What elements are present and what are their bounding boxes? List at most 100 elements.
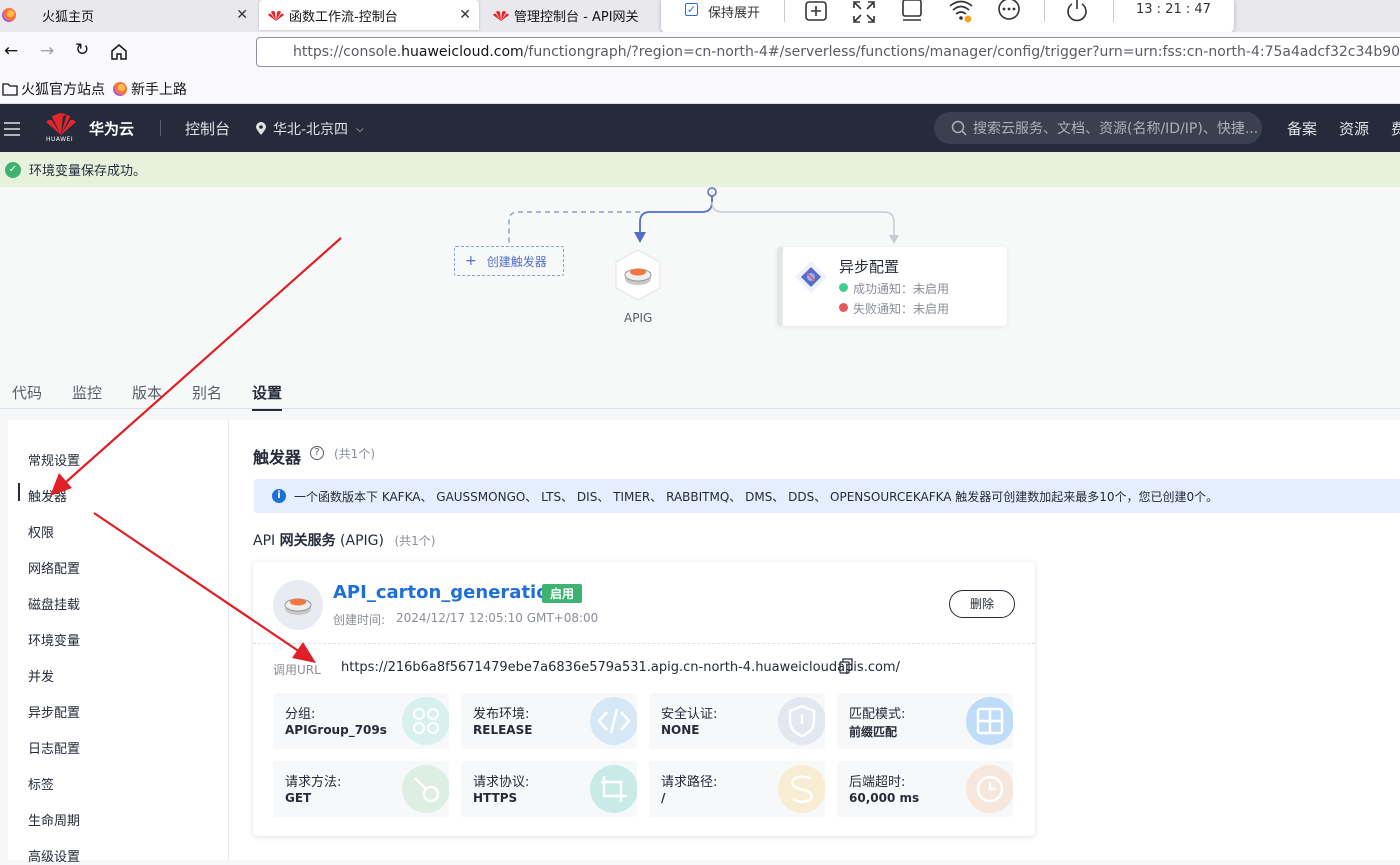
tile-label: 请求协议: bbox=[473, 775, 530, 790]
url-bar[interactable]: https://console.huaweicloud.com/function… bbox=[256, 37, 1400, 67]
bookmark-firefox-site[interactable]: 火狐官方站点 bbox=[2, 79, 105, 99]
tile-value: RELEASE bbox=[473, 723, 533, 737]
plus-icon: + bbox=[465, 253, 477, 269]
tile-match-mode: 匹配模式: 前缀匹配 bbox=[837, 693, 1013, 749]
url-prefix: https://console. bbox=[293, 44, 402, 60]
tile-label: 请求路径: bbox=[661, 775, 718, 790]
tab-aliases[interactable]: 别名 bbox=[192, 382, 222, 403]
region-selector[interactable]: 华北-北京四 ⌵ bbox=[255, 119, 364, 139]
more-icon[interactable] bbox=[996, 0, 1022, 24]
menu-async-config[interactable]: 异步配置 bbox=[28, 702, 80, 721]
bookmark-getting-started[interactable]: 新手上路 bbox=[113, 79, 187, 99]
back-button[interactable]: ← bbox=[4, 41, 18, 61]
tab-settings[interactable]: 设置 bbox=[252, 382, 283, 411]
tile-auth: 安全认证: NONE bbox=[649, 693, 825, 749]
bookmarks-bar: 火狐官方站点 新手上路 bbox=[0, 72, 1400, 104]
tab-versions[interactable]: 版本 bbox=[132, 382, 162, 403]
help-icon[interactable]: ? bbox=[310, 446, 324, 460]
tile-label: 安全认证: bbox=[661, 707, 718, 722]
huawei-logo-icon bbox=[46, 113, 76, 135]
info-text: 一个函数版本下 KAFKA、 GAUSSMONGO、 LTS、 DIS、 TIM… bbox=[294, 489, 1219, 504]
failure-status-dot bbox=[839, 303, 848, 312]
tile-value: 60,000 ms bbox=[849, 791, 920, 805]
tile-value: GET bbox=[285, 791, 312, 805]
tile-label: 请求方法: bbox=[285, 775, 342, 790]
success-status-dot bbox=[839, 283, 848, 292]
tile-label: 发布环境: bbox=[473, 707, 530, 722]
menu-log-config[interactable]: 日志配置 bbox=[28, 738, 80, 757]
menu-network[interactable]: 网络配置 bbox=[28, 558, 80, 577]
browser-nav-bar: ← → ↻ https://console.huaweicloud.com/fu… bbox=[0, 32, 1400, 72]
menu-disk-mount[interactable]: 磁盘挂载 bbox=[28, 594, 80, 613]
huawei-logo-icon bbox=[268, 11, 284, 21]
window-icon[interactable] bbox=[899, 0, 925, 24]
close-icon[interactable]: ✕ bbox=[236, 7, 248, 23]
global-search-input[interactable]: 搜索云服务、文档、资源(名称/ID/IP)、快捷... bbox=[934, 112, 1262, 144]
browser-tab-home[interactable]: 火狐主页 ✕ bbox=[0, 0, 256, 30]
location-icon bbox=[256, 122, 266, 135]
menu-env-vars[interactable]: 环境变量 bbox=[28, 630, 80, 649]
tile-timeout: 后端超时: 60,000 ms bbox=[837, 761, 1013, 817]
brand-name[interactable]: 华为云 bbox=[89, 118, 134, 139]
huawei-logo[interactable]: HUAWEI bbox=[46, 113, 76, 145]
tile-label: 匹配模式: bbox=[849, 707, 906, 722]
keep-open-label: 保持展开 bbox=[708, 6, 761, 21]
power-icon[interactable] bbox=[1064, 0, 1090, 24]
home-icon[interactable] bbox=[110, 43, 128, 61]
success-notify-status: 成功通知：未启用 bbox=[853, 282, 950, 296]
header-link-billing[interactable]: 费 bbox=[1391, 118, 1400, 139]
tile-protocol: 请求协议: HTTPS bbox=[461, 761, 637, 817]
fullscreen-icon[interactable] bbox=[851, 0, 877, 24]
wifi-icon[interactable] bbox=[948, 0, 974, 24]
menu-concurrency[interactable]: 并发 bbox=[28, 666, 54, 685]
menu-permissions[interactable]: 权限 bbox=[28, 522, 54, 541]
trigger-count: (共1个) bbox=[334, 447, 375, 461]
header-link-resources[interactable]: 资源 bbox=[1339, 118, 1369, 139]
apig-heading-suffix: (APIG) bbox=[335, 533, 384, 549]
async-config-card[interactable]: 异步配置 成功通知：未启用 失败通知：未启用 bbox=[777, 247, 1007, 326]
browser-tab-apig[interactable]: 管理控制台 - API网关 bbox=[486, 0, 661, 30]
info-icon: i bbox=[272, 489, 286, 503]
apig-node-label: APIG bbox=[624, 311, 653, 325]
card-divider bbox=[253, 643, 1035, 644]
menu-icon[interactable] bbox=[4, 122, 20, 136]
async-config-icon bbox=[795, 261, 827, 293]
tile-value: NONE bbox=[661, 723, 700, 737]
create-trigger-button[interactable]: + 创建触发器 bbox=[454, 246, 564, 276]
copy-icon[interactable] bbox=[839, 658, 853, 674]
header-link-filing[interactable]: 备案 bbox=[1287, 118, 1317, 139]
tile-path: 请求路径: / bbox=[649, 761, 825, 817]
tile-value: HTTPS bbox=[473, 791, 518, 805]
menu-triggers[interactable]: 触发器 bbox=[17, 483, 67, 505]
trigger-name[interactable]: API_carton_generation bbox=[333, 582, 561, 603]
close-icon[interactable]: ✕ bbox=[459, 7, 471, 23]
tab-monitor[interactable]: 监控 bbox=[72, 382, 102, 403]
forward-button[interactable]: → bbox=[40, 41, 54, 61]
tab-code[interactable]: 代码 bbox=[12, 382, 42, 403]
apig-section-heading: API 网关服务 (APIG) (共1个) bbox=[253, 530, 435, 550]
tile-group: 分组: APIGroup_709s bbox=[273, 693, 449, 749]
reload-button[interactable]: ↻ bbox=[75, 40, 89, 60]
menu-advanced[interactable]: 高级设置 bbox=[28, 846, 80, 865]
bookmark-label: 火狐官方站点 bbox=[21, 82, 105, 98]
path-icon bbox=[778, 765, 825, 813]
menu-general[interactable]: 常规设置 bbox=[28, 450, 80, 469]
delete-button[interactable]: 删除 bbox=[949, 590, 1015, 618]
tab-title: 函数工作流-控制台 bbox=[289, 9, 398, 25]
console-link[interactable]: 控制台 bbox=[185, 118, 230, 139]
firefox-icon bbox=[2, 8, 16, 22]
trigger-limit-info: i 一个函数版本下 KAFKA、 GAUSSMONGO、 LTS、 DIS、 T… bbox=[254, 479, 1400, 513]
menu-lifecycle[interactable]: 生命周期 bbox=[28, 810, 80, 829]
success-notification: ✓ 环境变量保存成功。 bbox=[0, 152, 1400, 187]
invoke-url: https://216b6a8f5671479ebe7a6836e579a531… bbox=[341, 660, 900, 675]
screenshot-toolbar: ✓ 保持展开 13 : 21 : 47 bbox=[661, 0, 1234, 33]
browser-tab-functiongraph[interactable]: 函数工作流-控制台 ✕ bbox=[259, 0, 479, 30]
keep-open-checkbox[interactable]: ✓ bbox=[685, 3, 698, 16]
apig-node[interactable] bbox=[614, 249, 662, 301]
bookmark-label: 新手上路 bbox=[131, 82, 187, 98]
tile-label: 分组: bbox=[285, 707, 316, 722]
function-tabs: 代码 监控 版本 别名 设置 bbox=[0, 372, 1400, 411]
menu-tags[interactable]: 标签 bbox=[28, 774, 54, 793]
code-icon bbox=[590, 697, 637, 745]
add-window-icon[interactable] bbox=[803, 0, 829, 24]
